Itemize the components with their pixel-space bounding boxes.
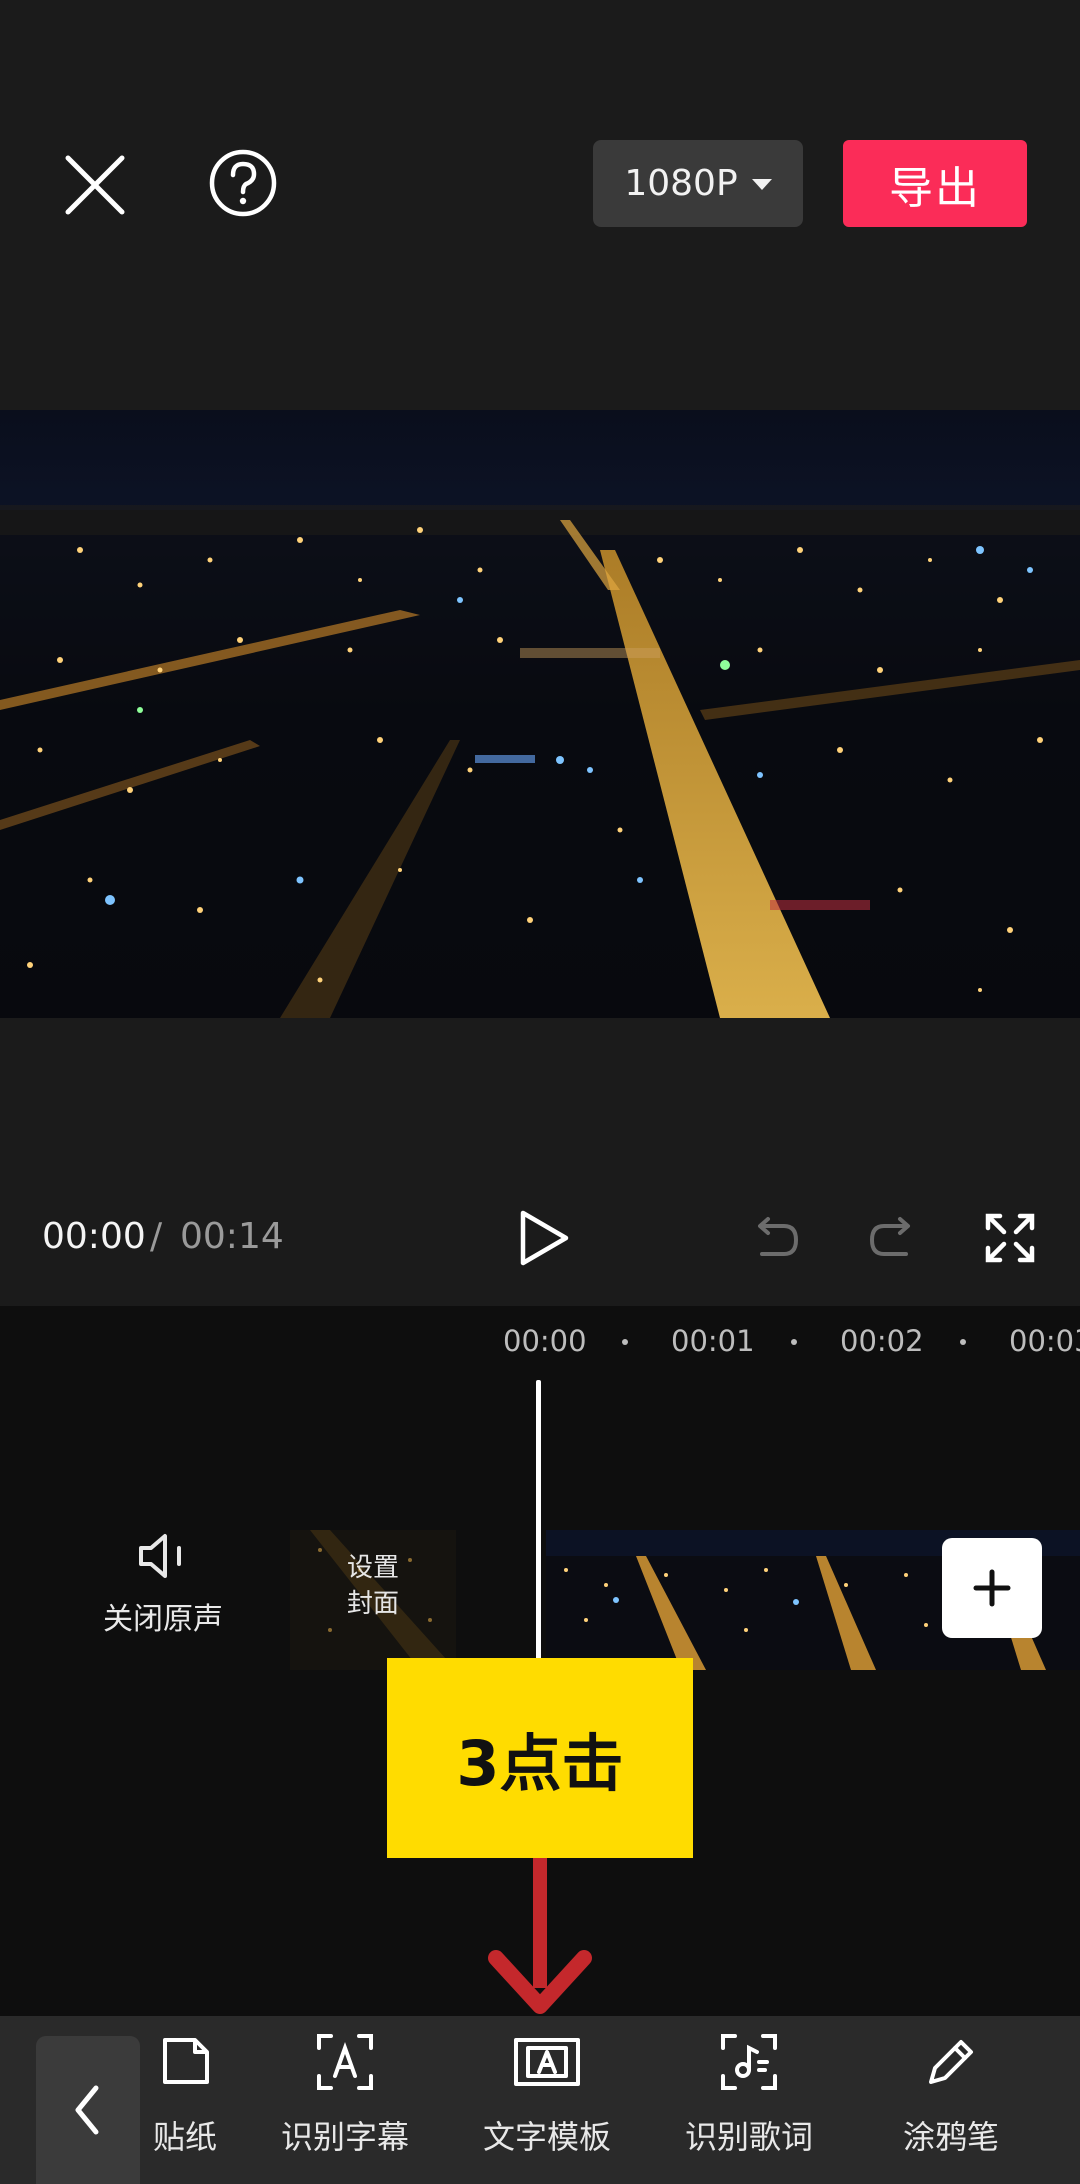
time-separator: / [150, 1216, 163, 1257]
total-time: 00:14 [180, 1216, 284, 1257]
resolution-dropdown[interactable]: 1080P [593, 140, 803, 227]
export-button[interactable]: 导出 [843, 140, 1027, 227]
timeline-tick: 00:03 [1009, 1324, 1080, 1358]
undo-button[interactable] [748, 1210, 804, 1266]
play-button[interactable] [510, 1205, 576, 1271]
mute-label: 关闭原声 [103, 1602, 223, 1637]
fullscreen-icon [985, 1213, 1035, 1263]
plus-icon [973, 1569, 1011, 1607]
toolbar-item-label: 文字模板 [482, 2118, 611, 2156]
toolbar-item-recognize-subtitle[interactable]: 识别字幕 [260, 2030, 430, 2184]
timeline-tick: 00:00 [503, 1324, 587, 1358]
chevron-left-icon [75, 2085, 99, 2135]
timeline-tick: 00:01 [671, 1324, 755, 1358]
current-time: 00:00 [42, 1216, 146, 1257]
redo-button[interactable] [864, 1210, 920, 1266]
toolbar-item-recognize-lyrics[interactable]: 识别歌词 [664, 2030, 834, 2184]
close-button[interactable] [50, 140, 140, 230]
redo-icon [869, 1217, 910, 1256]
timeline-dot [960, 1339, 966, 1345]
toolbar-item-text-template[interactable]: 文字模板 [462, 2030, 632, 2184]
cover-label: 设置 封面 [290, 1550, 456, 1622]
resolution-value: 1080P [624, 163, 738, 204]
play-icon [520, 1210, 569, 1266]
timeline-dot [622, 1339, 628, 1345]
video-preview[interactable] [0, 410, 1080, 1018]
mute-original-audio-button[interactable]: 关闭原声 [88, 1530, 238, 1650]
toolbar-item-doodle-pen[interactable]: 涂鸦笔 [866, 2030, 1036, 2184]
sticker-icon [163, 2038, 209, 2084]
timeline-tick: 00:02 [840, 1324, 924, 1358]
toolbar-item-label: 识别歌词 [684, 2118, 813, 2156]
toolbar-back-button[interactable] [36, 2036, 140, 2184]
cover-label-line1: 设置 [346, 1553, 399, 1583]
cover-label-line2: 封面 [346, 1589, 399, 1619]
recognize-lyrics-icon [721, 2034, 777, 2090]
speaker-icon [139, 1534, 181, 1578]
toolbar-item-label: 识别字幕 [280, 2118, 409, 2156]
close-icon [65, 155, 125, 215]
tutorial-callout: 3点击 [387, 1658, 693, 1858]
toolbar-item-label: 涂鸦笔 [902, 2118, 999, 2156]
help-button[interactable] [200, 140, 290, 230]
fullscreen-button[interactable] [982, 1210, 1038, 1266]
timeline-dot [791, 1339, 797, 1345]
doodle-pen-icon [929, 2040, 973, 2084]
add-clip-button[interactable] [942, 1538, 1042, 1638]
set-cover-button[interactable]: 设置 封面 [290, 1530, 456, 1670]
help-icon [209, 149, 277, 217]
arrow-down-icon [480, 1858, 600, 2018]
night-city-aerial-image [0, 410, 1080, 1018]
recognize-subtitle-icon [317, 2034, 373, 2090]
chevron-down-icon [751, 179, 772, 190]
undo-icon [758, 1217, 799, 1256]
text-template-icon [514, 2038, 580, 2086]
